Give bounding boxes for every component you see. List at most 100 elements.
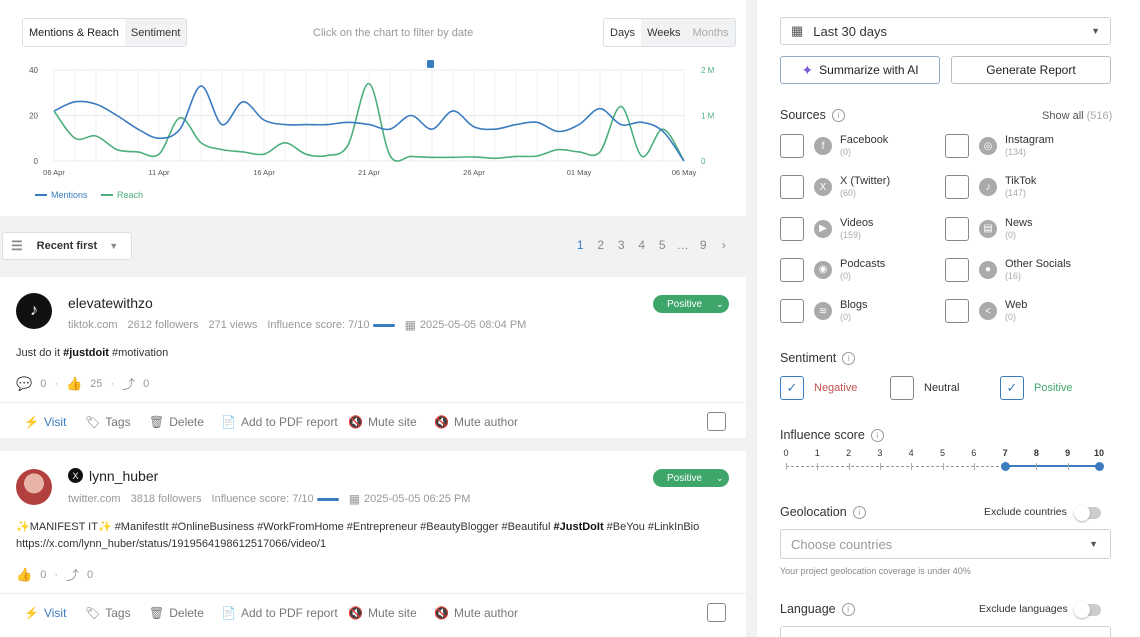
neutral-checkbox[interactable]	[890, 376, 914, 400]
source-checkbox[interactable]	[945, 299, 969, 324]
source-facebook[interactable]: f Facebook (0)	[780, 134, 888, 158]
select-checkbox[interactable]	[707, 603, 726, 622]
date-range-select[interactable]: ▦ Last 30 days ▼	[780, 17, 1111, 45]
exclude-countries-toggle[interactable]	[1074, 505, 1101, 521]
x-tick-label: 06 May	[672, 168, 697, 177]
sort-dropdown[interactable]: ☰ Recent first ▼	[2, 232, 132, 260]
mute-site-button[interactable]: 🔇 Mute site	[348, 606, 417, 620]
x-tick-label: 11 Apr	[148, 168, 170, 177]
page-9[interactable]: 9	[693, 238, 714, 252]
source-checkbox[interactable]	[945, 134, 969, 158]
source-count: (16)	[1005, 270, 1022, 281]
source-checkbox[interactable]	[945, 175, 969, 200]
period-months[interactable]: Months	[686, 19, 735, 46]
info-icon[interactable]: i	[831, 109, 845, 123]
tags-label: Tags	[105, 605, 131, 620]
source-instagram[interactable]: ◎ Instagram (134)	[945, 134, 1054, 158]
select-checkbox[interactable]	[707, 412, 726, 431]
countries-select[interactable]: Choose countries ▼	[780, 529, 1111, 559]
source-x-twitter[interactable]: X X (Twitter) (60)	[780, 175, 890, 200]
info-icon[interactable]: i	[841, 603, 855, 617]
source-news[interactable]: ▤ News (0)	[945, 216, 1033, 241]
add-pdf-button[interactable]: 📄 Add to PDF report	[221, 606, 338, 620]
info-icon[interactable]: i	[842, 352, 856, 366]
influence-slider[interactable]: 0 1 2 3 4 5 6 7 8 9 10	[780, 447, 1105, 477]
sentiment-badge[interactable]: Positive ⌄	[653, 295, 729, 313]
source-other-socials[interactable]: ● Other Socials (16)	[945, 257, 1071, 282]
add-pdf-button[interactable]: 📄 Add to PDF report	[221, 415, 338, 429]
page-1[interactable]: 1	[570, 238, 591, 252]
check-icon[interactable]: ✓	[780, 376, 804, 400]
visit-button[interactable]: ⚡ Visit	[24, 606, 66, 620]
like-count: 0	[40, 568, 47, 581]
source-videos[interactable]: ▶ Videos (159)	[780, 216, 873, 241]
delete-button[interactable]: 🗑 Delete	[149, 415, 204, 429]
tag-icon: 🏷	[85, 414, 101, 429]
source-checkbox[interactable]	[780, 299, 804, 324]
source-checkbox[interactable]	[945, 257, 969, 282]
source-podcasts[interactable]: ◉ Podcasts (0)	[780, 257, 885, 282]
mute-site-button[interactable]: 🔇 Mute site	[348, 415, 417, 429]
page-4[interactable]: 4	[632, 238, 653, 252]
author-name[interactable]: elevatewithzo	[68, 295, 153, 311]
source-checkbox[interactable]	[780, 175, 804, 200]
tab-sentiment[interactable]: Sentiment	[124, 19, 187, 46]
sentiment-negative[interactable]: ✓ Negative	[780, 376, 857, 400]
languages-select[interactable]	[780, 626, 1111, 637]
mute-author-button[interactable]: 🔇 Mute author	[434, 606, 518, 620]
post-domain[interactable]: tiktok.com	[68, 319, 118, 331]
post-url[interactable]: https://x.com/lynn_huber/status/19195641…	[16, 536, 736, 553]
source-checkbox[interactable]	[780, 216, 804, 241]
source-checkbox[interactable]	[780, 257, 804, 282]
exclude-languages-toggle[interactable]	[1074, 602, 1101, 618]
chat-icon: ●	[979, 260, 997, 279]
page-3[interactable]: 3	[611, 238, 632, 252]
next-page-icon[interactable]: ›	[714, 238, 735, 252]
post-domain[interactable]: twitter.com	[68, 493, 121, 505]
mute-author-button[interactable]: 🔇 Mute author	[434, 415, 518, 429]
source-tiktok[interactable]: ♪ TikTok (147)	[945, 175, 1036, 200]
summarize-ai-button[interactable]: ✦ Summarize with AI	[780, 56, 940, 84]
source-blogs[interactable]: ≋ Blogs (0)	[780, 299, 868, 324]
source-checkbox[interactable]	[780, 134, 804, 158]
generate-report-button[interactable]: Generate Report	[951, 56, 1111, 84]
sentiment-neutral[interactable]: Neutral	[890, 376, 959, 400]
tags-button[interactable]: 🏷 Tags	[85, 415, 131, 429]
page-5[interactable]: 5	[652, 238, 673, 252]
period-days[interactable]: Days	[604, 19, 642, 46]
source-web[interactable]: < Web (0)	[945, 299, 1027, 324]
legend-reach[interactable]: Reach	[101, 190, 143, 200]
source-text: X (Twitter) (60)	[840, 175, 890, 198]
chart-card: Mentions & Reach Sentiment Click on the …	[0, 0, 746, 216]
author-name[interactable]: lynn_huber	[89, 468, 158, 484]
comment-count: 0	[40, 377, 47, 390]
lightning-icon: ⚡	[24, 605, 39, 620]
influence-score-label: Influence score: 7/10	[267, 319, 370, 331]
tiktok-avatar[interactable]: ♪	[16, 293, 52, 329]
mute-site-label: Mute site	[367, 414, 417, 429]
slider-handle[interactable]	[1001, 462, 1011, 471]
slider-handle[interactable]	[1095, 462, 1104, 471]
show-all-link[interactable]: Show all (516)	[1042, 110, 1112, 122]
info-icon[interactable]: i	[870, 429, 884, 443]
slider-range	[1005, 465, 1099, 467]
check-icon[interactable]: ✓	[1000, 376, 1024, 400]
tags-button[interactable]: 🏷 Tags	[85, 606, 131, 620]
source-checkbox[interactable]	[945, 216, 969, 241]
language-title-text: Language	[780, 602, 836, 616]
delete-button[interactable]: 🗑 Delete	[149, 606, 204, 620]
tab-mentions-reach[interactable]: Mentions & Reach	[23, 19, 125, 46]
sentiment-positive[interactable]: ✓ Positive	[1000, 376, 1073, 400]
mentions-reach-chart[interactable]: 40 20 0 2 M 1 M 0 06 Apr 11 Apr 16 Apr 21 Apr 26 A…	[0, 55, 746, 185]
period-tabs: Days Weeks Months	[603, 18, 736, 47]
period-weeks[interactable]: Weeks	[641, 19, 687, 46]
legend-mentions[interactable]: Mentions	[35, 190, 88, 200]
user-avatar[interactable]	[16, 469, 52, 505]
info-icon[interactable]: i	[852, 506, 866, 520]
sentiment-badge[interactable]: Positive ⌄	[653, 469, 729, 487]
tags-label: Tags	[105, 414, 131, 429]
page-2[interactable]: 2	[591, 238, 612, 252]
visit-button[interactable]: ⚡ Visit	[24, 415, 66, 429]
facebook-icon: f	[814, 137, 832, 155]
source-count: (0)	[840, 147, 851, 157]
